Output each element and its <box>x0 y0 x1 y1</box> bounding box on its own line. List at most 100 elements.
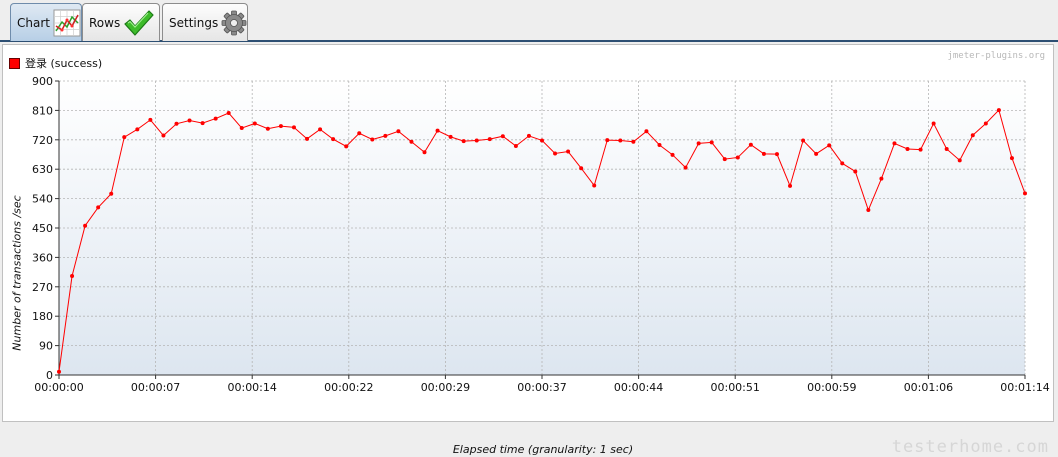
data-point <box>540 138 544 143</box>
data-point <box>305 136 310 141</box>
data-point <box>788 183 793 188</box>
x-tick-label: 00:00:00 <box>34 381 83 394</box>
data-point <box>983 121 988 126</box>
data-point <box>513 144 518 149</box>
jmeter-plugins-watermark: jmeter-plugins.org <box>947 51 1045 61</box>
x-tick-label: 00:00:37 <box>517 381 566 394</box>
data-point <box>409 139 414 144</box>
data-point <box>918 147 923 152</box>
data-point <box>814 151 819 156</box>
checkmark-icon <box>122 7 154 39</box>
data-point <box>735 155 740 160</box>
data-point <box>109 191 114 196</box>
data-point <box>461 139 466 144</box>
data-point <box>631 139 636 144</box>
data-point <box>83 223 88 228</box>
data-point <box>853 169 858 174</box>
data-point <box>265 126 270 131</box>
x-axis-label: Elapsed time (granularity: 1 sec) <box>452 443 634 456</box>
tab-chart-label: Chart <box>17 15 50 30</box>
data-point <box>931 121 936 126</box>
x-tick-label: 00:01:06 <box>904 381 953 394</box>
data-point <box>213 116 218 121</box>
data-point <box>592 183 597 188</box>
data-point <box>96 205 101 210</box>
line-chart-icon <box>52 8 82 38</box>
y-axis-label: Number of transactions /sec <box>10 195 24 351</box>
y-tick-label: 630 <box>32 163 53 176</box>
testerhome-watermark: testerhome.com <box>891 437 1049 457</box>
data-point <box>357 131 362 136</box>
data-point <box>474 138 479 143</box>
data-point <box>331 137 336 142</box>
data-point <box>1023 191 1027 196</box>
transactions-chart: 09018027036045054063072081090000:00:00 00… <box>32 75 1050 394</box>
data-point <box>774 152 779 157</box>
legend-label: 登录 (success) <box>25 57 103 70</box>
tab-rows-label: Rows <box>89 15 121 30</box>
data-point <box>396 129 401 134</box>
tab-settings-label: Settings <box>169 15 219 30</box>
y-tick-label: 900 <box>32 75 53 88</box>
data-point <box>135 127 140 132</box>
x-tick-label: 00:00:29 <box>421 381 470 394</box>
data-point <box>500 134 505 139</box>
data-point <box>748 142 753 147</box>
data-point <box>422 150 427 155</box>
data-point <box>866 208 871 213</box>
data-point <box>579 166 584 171</box>
data-point <box>487 137 492 142</box>
data-point <box>174 121 179 126</box>
data-point <box>761 151 766 156</box>
tab-bar: Chart Rows Settings <box>0 0 1058 42</box>
data-point <box>383 133 388 138</box>
x-tick-label: 00:00:51 <box>710 381 759 394</box>
data-point <box>57 369 61 374</box>
y-tick-label: 90 <box>39 340 53 353</box>
data-point <box>957 158 962 163</box>
data-point <box>553 151 558 156</box>
y-tick-label: 450 <box>32 222 53 235</box>
data-point <box>161 133 166 138</box>
chart-panel: 0 90 180 270 360 450 540 630 720 810 900 00:00:00 00… <box>2 44 1054 457</box>
data-point <box>670 152 675 157</box>
y-tick-label: 270 <box>32 281 53 294</box>
y-tick-label: 810 <box>32 104 53 117</box>
data-point <box>370 137 375 142</box>
tab-rows[interactable]: Rows <box>82 3 160 41</box>
data-point <box>318 127 323 132</box>
y-tick-label: 180 <box>32 310 53 323</box>
x-tick-label: 00:00:59 <box>807 381 856 394</box>
data-point <box>840 161 845 166</box>
data-point <box>1009 156 1014 161</box>
data-point <box>827 143 832 148</box>
data-point <box>644 129 649 134</box>
data-point <box>944 146 949 151</box>
tab-settings[interactable]: Settings <box>162 3 248 41</box>
data-point <box>892 141 897 146</box>
data-point <box>252 121 257 126</box>
data-point <box>905 146 910 151</box>
data-point <box>722 157 727 162</box>
data-point <box>696 141 701 146</box>
data-point <box>448 134 453 139</box>
data-point <box>618 138 623 143</box>
x-tick-label: 00:01:14 <box>1000 381 1049 394</box>
data-point <box>200 121 205 126</box>
gear-icon <box>220 9 248 37</box>
data-point <box>122 135 127 140</box>
data-point <box>278 124 283 129</box>
data-point <box>291 125 296 130</box>
data-point <box>70 274 75 279</box>
data-point <box>435 128 440 133</box>
data-point <box>566 149 571 154</box>
tab-chart[interactable]: Chart <box>10 3 82 41</box>
x-tick-label: 00:00:07 <box>131 381 180 394</box>
chart-legend: 登录 (success) <box>9 55 102 71</box>
data-point <box>526 133 531 138</box>
data-point <box>239 126 244 131</box>
data-point <box>605 138 610 143</box>
data-point <box>683 165 688 170</box>
data-point <box>187 118 192 123</box>
data-point <box>148 117 153 122</box>
